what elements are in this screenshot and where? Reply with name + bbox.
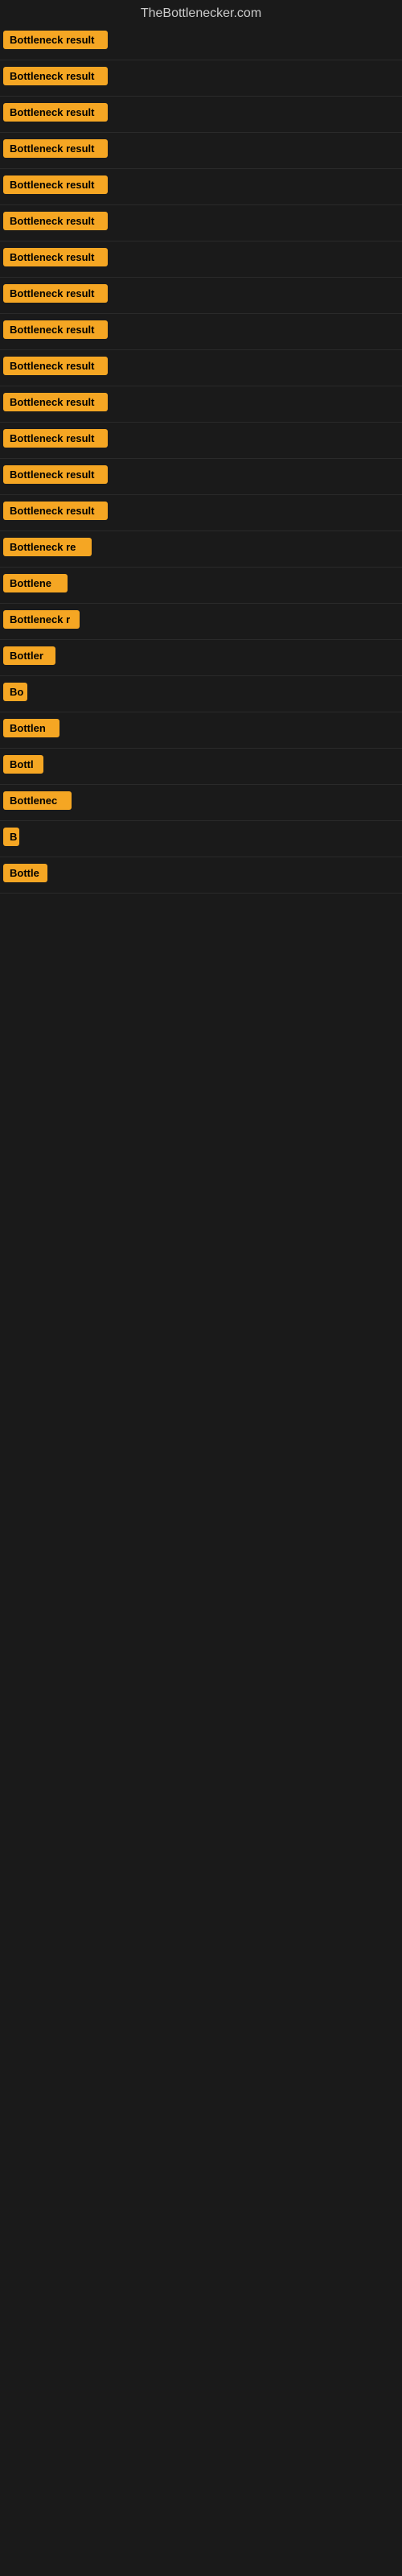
result-row: Bottleneck result [0, 350, 402, 386]
bottleneck-badge[interactable]: Bottlenec [3, 791, 72, 810]
result-row: Bottleneck result [0, 60, 402, 97]
bottleneck-badge[interactable]: Bottlene [3, 574, 68, 592]
bottleneck-badge[interactable]: Bottler [3, 646, 55, 665]
result-row: Bottl [0, 749, 402, 785]
result-row: Bottleneck result [0, 386, 402, 423]
result-row: Bottleneck result [0, 169, 402, 205]
bottleneck-badge[interactable]: Bottleneck result [3, 139, 108, 158]
results-container: Bottleneck result Bottleneck result Bottle… [0, 24, 402, 894]
result-row: Bottleneck result [0, 423, 402, 459]
bottleneck-badge[interactable]: Bottleneck r [3, 610, 80, 629]
result-row: Bottle [0, 857, 402, 894]
result-row: Bottleneck result [0, 205, 402, 242]
result-row: Bottleneck result [0, 133, 402, 169]
result-row: Bottlen [0, 712, 402, 749]
bottleneck-badge[interactable]: Bo [3, 683, 27, 701]
bottleneck-badge[interactable]: Bottleneck result [3, 31, 108, 49]
result-row: Bottler [0, 640, 402, 676]
bottleneck-badge[interactable]: Bottleneck result [3, 284, 108, 303]
bottleneck-badge[interactable]: Bottleneck result [3, 175, 108, 194]
bottleneck-badge[interactable]: Bottle [3, 864, 47, 882]
result-row: Bottleneck re [0, 531, 402, 568]
bottleneck-badge[interactable]: Bottl [3, 755, 43, 774]
bottleneck-badge[interactable]: B [3, 828, 19, 846]
site-title: TheBottlenecker.com [0, 0, 402, 24]
bottleneck-badge[interactable]: Bottleneck result [3, 248, 108, 266]
result-row: Bottleneck result [0, 242, 402, 278]
bottleneck-badge[interactable]: Bottleneck result [3, 393, 108, 411]
result-row: Bottleneck result [0, 97, 402, 133]
bottleneck-badge[interactable]: Bottleneck result [3, 502, 108, 520]
result-row: Bottleneck result [0, 459, 402, 495]
bottleneck-badge[interactable]: Bottleneck result [3, 67, 108, 85]
bottleneck-badge[interactable]: Bottleneck result [3, 429, 108, 448]
bottleneck-badge[interactable]: Bottleneck result [3, 212, 108, 230]
bottleneck-badge[interactable]: Bottlen [3, 719, 59, 737]
bottleneck-badge[interactable]: Bottleneck result [3, 357, 108, 375]
result-row: Bo [0, 676, 402, 712]
result-row: Bottleneck result [0, 278, 402, 314]
result-row: Bottleneck result [0, 314, 402, 350]
bottleneck-badge[interactable]: Bottleneck re [3, 538, 92, 556]
bottleneck-badge[interactable]: Bottleneck result [3, 103, 108, 122]
result-row: Bottleneck result [0, 24, 402, 60]
result-row: Bottlenec [0, 785, 402, 821]
result-row: Bottlene [0, 568, 402, 604]
result-row: B [0, 821, 402, 857]
result-row: Bottleneck result [0, 495, 402, 531]
result-row: Bottleneck r [0, 604, 402, 640]
bottleneck-badge[interactable]: Bottleneck result [3, 320, 108, 339]
bottleneck-badge[interactable]: Bottleneck result [3, 465, 108, 484]
